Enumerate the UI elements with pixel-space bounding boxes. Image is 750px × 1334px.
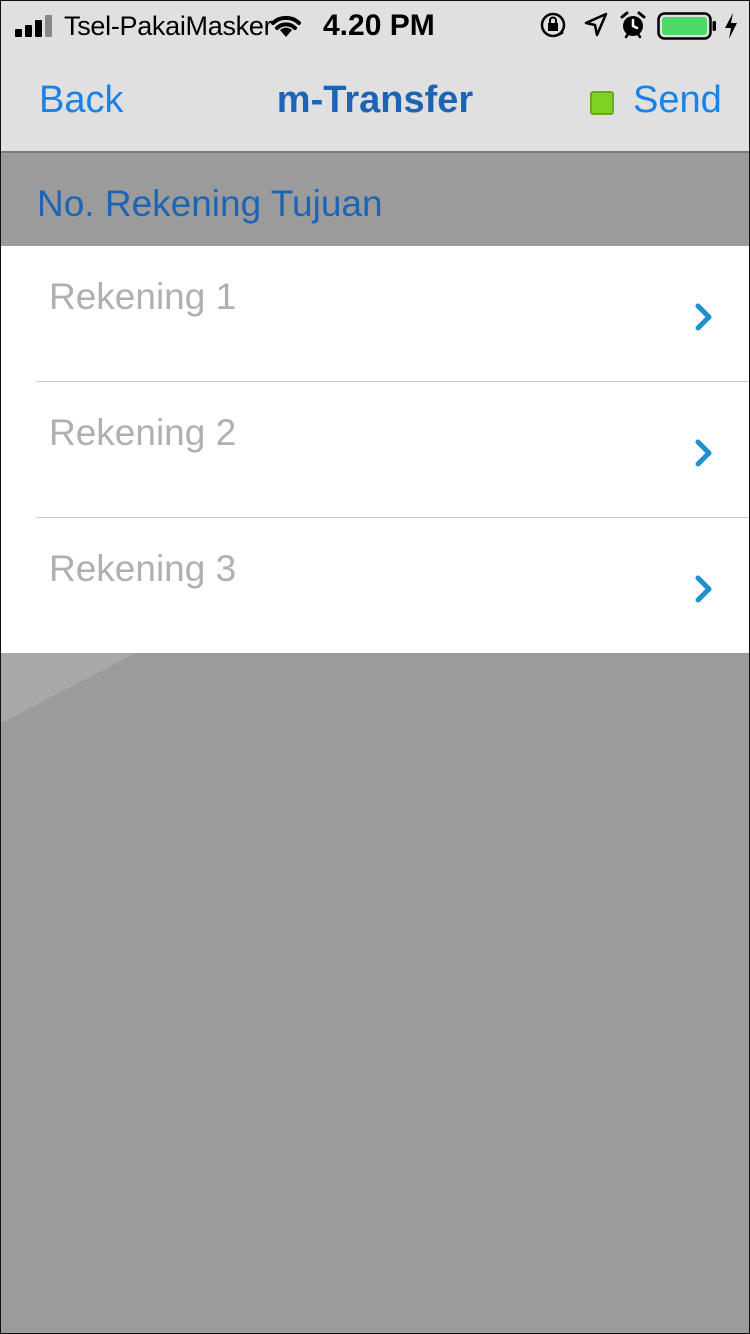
chevron-right-icon xyxy=(695,575,712,603)
status-indicator-icon xyxy=(590,91,614,115)
app-screen: Tsel-PakaiMasker 4.20 PM Back m-Transfer… xyxy=(0,0,750,1334)
section-title: No. Rekening Tujuan xyxy=(37,183,383,224)
status-time: 4.20 PM xyxy=(323,9,435,42)
alarm-icon xyxy=(620,11,646,39)
location-icon xyxy=(584,12,608,37)
list-item-label: Rekening 2 xyxy=(49,412,237,453)
battery-icon xyxy=(657,12,716,40)
chevron-right-icon xyxy=(695,439,712,467)
list-item-rekening-2[interactable]: Rekening 2 xyxy=(1,382,749,518)
list-item-label: Rekening 1 xyxy=(49,276,237,317)
status-bar: Tsel-PakaiMasker 4.20 PM xyxy=(1,1,749,51)
chevron-right-icon xyxy=(695,303,712,331)
rotation-lock-icon xyxy=(540,12,566,38)
account-list: Rekening 1 Rekening 2 Rekening 3 xyxy=(1,246,749,653)
carrier-name: Tsel-PakaiMasker xyxy=(64,11,273,41)
list-item-label: Rekening 3 xyxy=(49,548,237,589)
section-header: No. Rekening Tujuan xyxy=(1,153,749,246)
list-item-rekening-1[interactable]: Rekening 1 xyxy=(1,246,749,382)
signal-icon xyxy=(15,15,57,37)
navigation-bar: Back m-Transfer Send xyxy=(1,51,749,151)
charging-icon xyxy=(725,13,737,39)
wifi-icon xyxy=(271,15,301,37)
background-decoration xyxy=(1,653,136,723)
send-button[interactable]: Send xyxy=(633,79,722,122)
list-item-rekening-3[interactable]: Rekening 3 xyxy=(1,518,749,653)
top-bar: Tsel-PakaiMasker 4.20 PM Back m-Transfer… xyxy=(1,1,749,153)
